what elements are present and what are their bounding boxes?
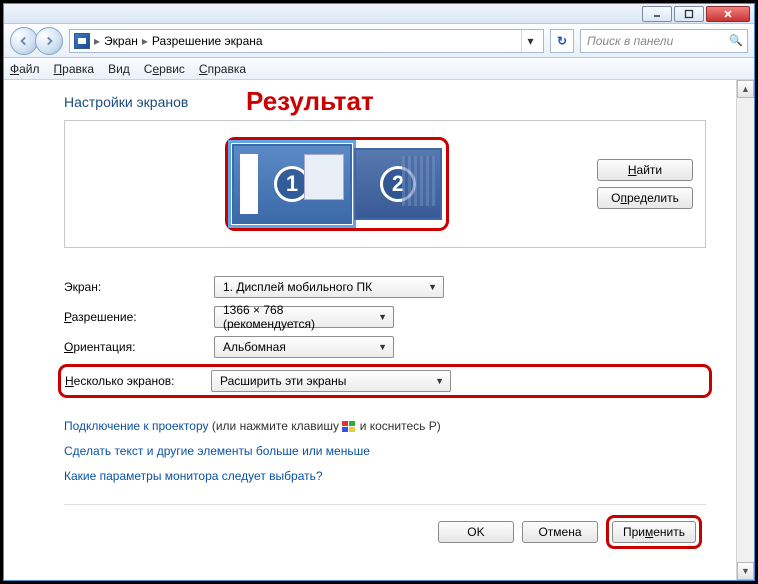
close-button[interactable] (706, 6, 750, 22)
monitor-params-link[interactable]: Какие параметры монитора следует выбрать… (64, 469, 323, 483)
minimize-button[interactable] (642, 6, 672, 22)
menu-file[interactable]: Файл (10, 62, 40, 76)
screen-label: Экран: (64, 280, 194, 294)
highlight-apply: Применить (606, 515, 702, 549)
forward-button[interactable] (35, 27, 63, 55)
breadcrumb-item[interactable]: Разрешение экрана (152, 34, 263, 48)
display-preview: 1 2 Найти Определить (64, 120, 706, 248)
resolution-select[interactable]: 1366 × 768 (рекомендуется) ▼ (214, 306, 394, 328)
ok-button[interactable]: OK (438, 521, 514, 543)
windows-key-icon (342, 421, 356, 433)
menubar: Файл Правка Вид Сервис Справка (4, 58, 754, 80)
monitor-2[interactable]: 2 (354, 148, 442, 220)
resolution-label: Разрешение: (64, 310, 194, 324)
content-area: Результат Настройки экранов 1 2 (4, 80, 736, 580)
control-panel-icon (74, 33, 90, 49)
multi-value: Расширить эти экраны (220, 374, 346, 388)
highlight-multi-row: Несколько экранов: Расширить эти экраны … (58, 364, 712, 398)
footer-buttons: OK Отмена Применить (64, 505, 706, 553)
vertical-scrollbar[interactable]: ▲ ▼ (736, 80, 754, 580)
scroll-track[interactable] (737, 98, 754, 562)
result-overlay-label: Результат (246, 86, 374, 117)
links-section: Подключение к проектору (или нажмите кла… (64, 414, 706, 490)
projector-hint: (или нажмите клавишу (212, 419, 343, 433)
highlight-monitors: 1 2 (225, 137, 449, 231)
orientation-value: Альбомная (223, 340, 286, 354)
scroll-down-button[interactable]: ▼ (737, 562, 754, 580)
orientation-label: Ориентация: (64, 340, 194, 354)
multi-display-select[interactable]: Расширить эти экраны ▼ (211, 370, 451, 392)
refresh-button[interactable]: ↻ (550, 29, 574, 53)
apply-button[interactable]: Применить (612, 521, 696, 543)
chevron-right-icon: ▸ (94, 34, 100, 48)
monitor-number: 1 (274, 166, 310, 202)
menu-tools[interactable]: Сервис (144, 62, 185, 76)
screen-value: 1. Дисплей мобильного ПК (223, 280, 372, 294)
multi-label: Несколько экранов: (65, 374, 197, 388)
detect-button[interactable]: Найти (597, 159, 693, 181)
chevron-down-icon: ▼ (428, 282, 437, 292)
back-button[interactable] (10, 27, 38, 55)
search-input[interactable]: Поиск в панели (580, 29, 748, 53)
menu-help[interactable]: Справка (199, 62, 246, 76)
monitor-number: 2 (380, 166, 416, 202)
screen-select[interactable]: 1. Дисплей мобильного ПК ▼ (214, 276, 444, 298)
breadcrumb-dropdown[interactable]: ▾ (521, 30, 539, 52)
search-placeholder: Поиск в панели (587, 34, 673, 48)
breadcrumb[interactable]: ▸ Экран ▸ Разрешение экрана ▾ (69, 29, 544, 53)
monitor-1[interactable]: 1 (232, 144, 352, 224)
chevron-down-icon: ▼ (378, 312, 387, 322)
orientation-select[interactable]: Альбомная ▼ (214, 336, 394, 358)
maximize-button[interactable] (674, 6, 704, 22)
chevron-down-icon: ▼ (435, 376, 444, 386)
chevron-right-icon: ▸ (142, 34, 148, 48)
breadcrumb-item[interactable]: Экран (104, 34, 138, 48)
chevron-down-icon: ▼ (378, 342, 387, 352)
menu-view[interactable]: Вид (108, 62, 130, 76)
address-bar: ▸ Экран ▸ Разрешение экрана ▾ ↻ Поиск в … (4, 24, 754, 58)
cancel-button[interactable]: Отмена (522, 521, 598, 543)
window: ▸ Экран ▸ Разрешение экрана ▾ ↻ Поиск в … (3, 3, 755, 581)
identify-button[interactable]: Определить (597, 187, 693, 209)
page-title: Настройки экранов (64, 94, 706, 110)
projector-link[interactable]: Подключение к проектору (64, 419, 209, 433)
titlebar (4, 4, 754, 24)
menu-edit[interactable]: Правка (54, 62, 95, 76)
resolution-value: 1366 × 768 (рекомендуется) (223, 303, 378, 331)
scroll-up-button[interactable]: ▲ (737, 80, 754, 98)
text-size-link[interactable]: Сделать текст и другие элементы больше и… (64, 444, 370, 458)
projector-hint2: и коснитесь P) (360, 419, 441, 433)
